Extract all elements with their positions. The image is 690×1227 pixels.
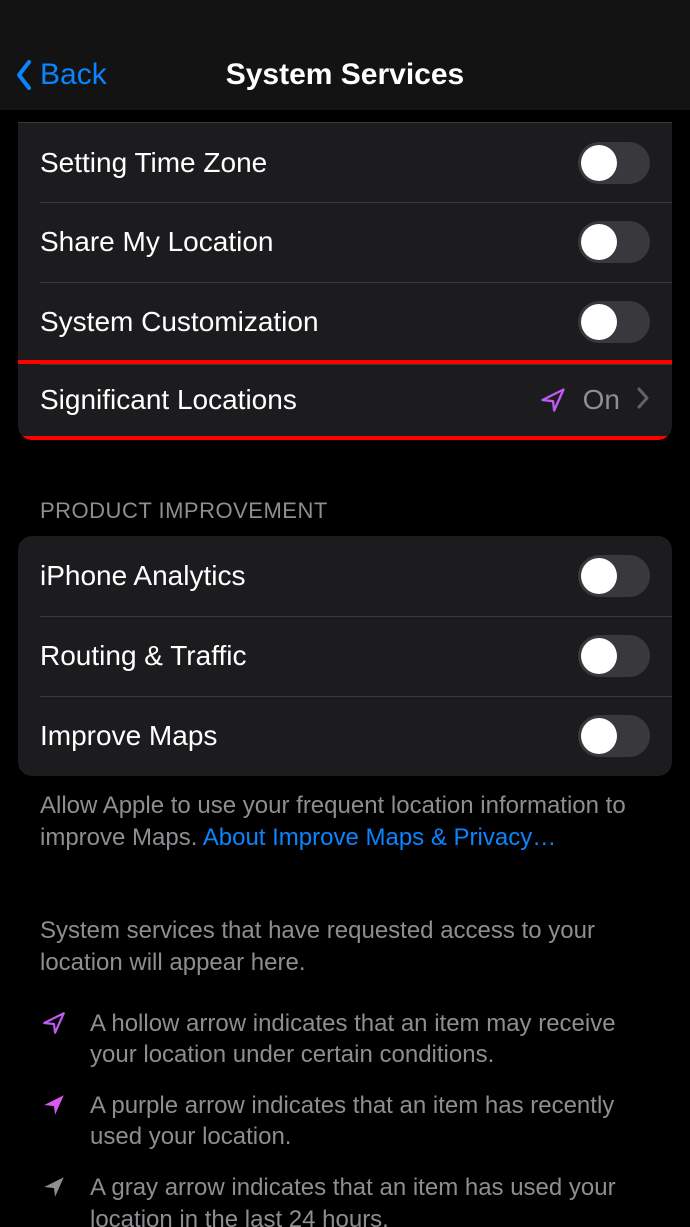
row-label: Improve Maps xyxy=(40,720,578,752)
row-label: Significant Locations xyxy=(40,384,539,416)
row-label: Routing & Traffic xyxy=(40,640,578,672)
row-routing-traffic[interactable]: Routing & Traffic xyxy=(18,616,672,696)
back-label: Back xyxy=(40,58,107,92)
explanation-text: System services that have requested acce… xyxy=(0,855,690,998)
settings-group-main: Setting Time Zone Share My Location Syst… xyxy=(18,122,672,440)
legend-row-hollow: A hollow arrow indicates that an item ma… xyxy=(40,998,650,1080)
row-share-my-location[interactable]: Share My Location xyxy=(18,202,672,282)
row-label: iPhone Analytics xyxy=(40,560,578,592)
section-footer-product-improvement: Allow Apple to use your frequent locatio… xyxy=(0,776,690,855)
legend: A hollow arrow indicates that an item ma… xyxy=(0,998,690,1227)
improve-maps-privacy-link[interactable]: About Improve Maps & Privacy… xyxy=(203,824,556,851)
location-arrow-purple-icon xyxy=(40,1092,68,1152)
toggle-iphone-analytics[interactable] xyxy=(578,555,650,597)
row-label: System Customization xyxy=(40,306,578,338)
row-significant-locations[interactable]: Significant Locations On xyxy=(18,360,672,440)
row-system-customization[interactable]: System Customization xyxy=(18,282,672,362)
settings-group-product-improvement: iPhone Analytics Routing & Traffic Impro… xyxy=(18,536,672,776)
chevron-right-icon xyxy=(636,386,650,415)
toggle-system-customization[interactable] xyxy=(578,301,650,343)
back-button[interactable]: Back xyxy=(14,58,107,92)
legend-row-purple: A purple arrow indicates that an item ha… xyxy=(40,1080,650,1162)
row-improve-maps[interactable]: Improve Maps xyxy=(18,696,672,776)
chevron-left-icon xyxy=(14,59,34,91)
legend-row-gray: A gray arrow indicates that an item has … xyxy=(40,1162,650,1227)
row-label: Setting Time Zone xyxy=(40,147,578,179)
nav-bar: Back System Services xyxy=(0,0,690,110)
location-arrow-gray-icon xyxy=(40,1174,68,1227)
location-arrow-hollow-icon xyxy=(539,386,567,414)
location-arrow-hollow-icon xyxy=(40,1010,68,1070)
legend-text: A hollow arrow indicates that an item ma… xyxy=(90,1008,650,1070)
page-title: System Services xyxy=(16,58,674,92)
toggle-setting-time-zone[interactable] xyxy=(578,142,650,184)
toggle-routing-traffic[interactable] xyxy=(578,635,650,677)
legend-text: A purple arrow indicates that an item ha… xyxy=(90,1090,650,1152)
legend-text: A gray arrow indicates that an item has … xyxy=(90,1172,650,1227)
toggle-improve-maps[interactable] xyxy=(578,715,650,757)
row-value: On xyxy=(583,384,620,416)
section-header-product-improvement: PRODUCT IMPROVEMENT xyxy=(0,440,690,536)
row-iphone-analytics[interactable]: iPhone Analytics xyxy=(18,536,672,616)
row-label: Share My Location xyxy=(40,226,578,258)
toggle-share-my-location[interactable] xyxy=(578,221,650,263)
row-setting-time-zone[interactable]: Setting Time Zone xyxy=(18,122,672,202)
